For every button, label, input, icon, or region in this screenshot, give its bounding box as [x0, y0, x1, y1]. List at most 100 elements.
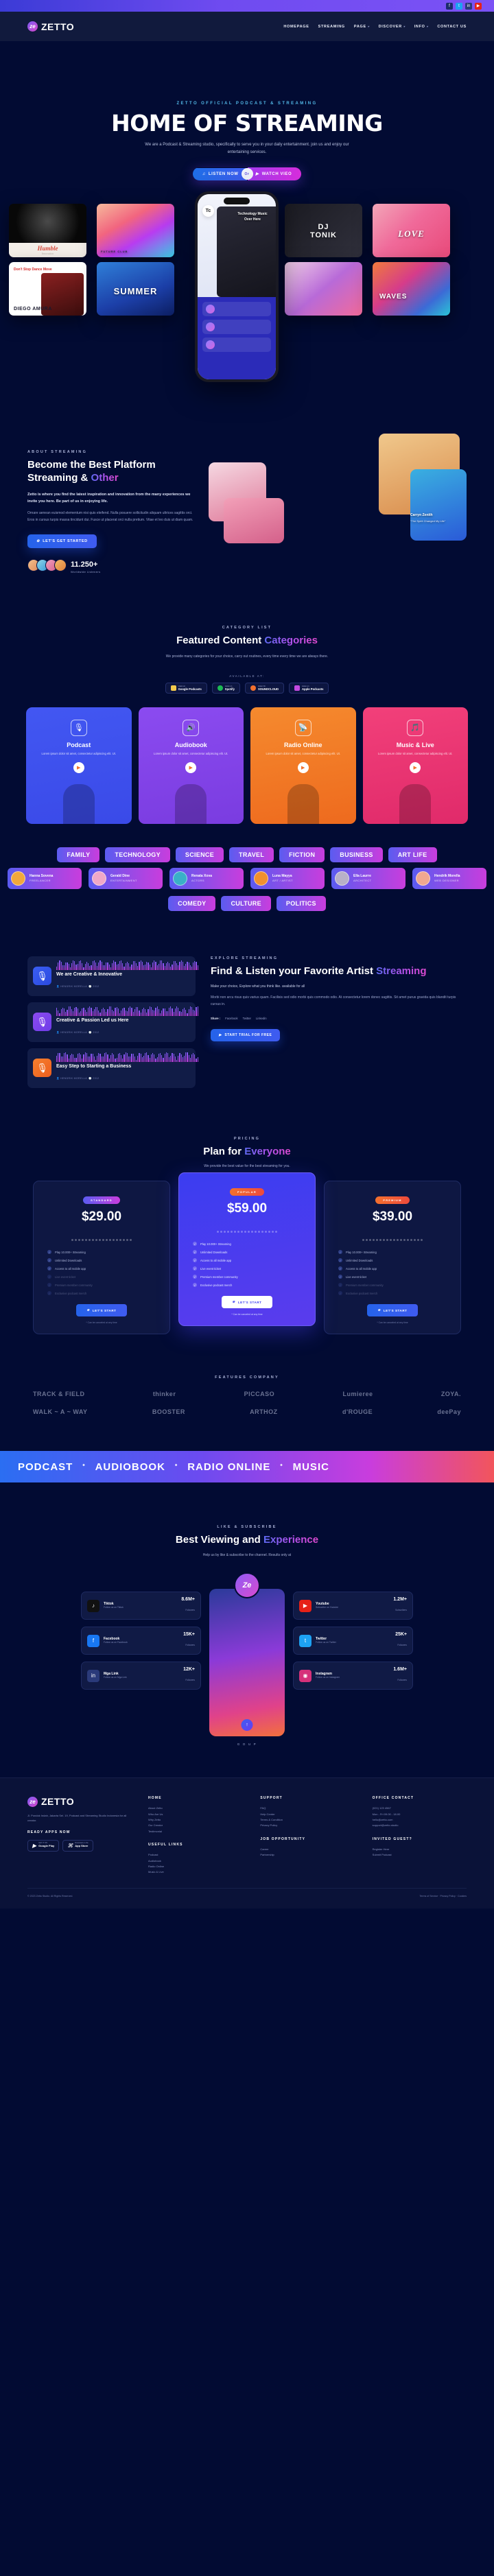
category-card-music-live[interactable]: 🎵 Music & Live Lorem ipsum dolor sit ame…	[362, 707, 468, 824]
footer-link[interactable]: Career	[260, 1847, 354, 1852]
episode-card[interactable]: 🎙 We are Creative & Innovative 👤 HENDRIK…	[27, 956, 198, 996]
google-play-badge[interactable]: ▶ GET IT ON Google Play	[27, 1839, 60, 1852]
share-facebook[interactable]: Facebook	[225, 1017, 237, 1020]
category-card-radio-online[interactable]: 📡 Radio Online Lorem ipsum dolor sit ame…	[250, 707, 356, 824]
phone-episode-row[interactable]	[202, 302, 271, 317]
person-card[interactable]: Hendrik Morella WEB DESIGNER	[412, 867, 486, 889]
facebook-icon[interactable]: f	[446, 2, 453, 10]
play-button[interactable]: ▶	[410, 761, 421, 773]
scroll-top-button[interactable]: ↑	[241, 1719, 253, 1732]
social-card-tiktok[interactable]: ♪ Tiktok Follow us on Tiktok 8.6M+ Followers	[81, 1592, 201, 1620]
phone-episode-row[interactable]	[202, 338, 271, 353]
tag-culture[interactable]: CULTURE	[221, 895, 271, 911]
youtube-icon[interactable]: ▶	[475, 2, 482, 10]
gallery-card-waves[interactable]: WAVES	[373, 262, 450, 316]
episode-card[interactable]: 🎙 Easy Step to Starting a Business 👤 HEN…	[27, 1048, 198, 1088]
episode-card[interactable]: 🎙 Creative & Passion Led us Here 👤 HENDR…	[27, 1002, 198, 1042]
social-card-mga-link[interactable]: in Mga Link Follow us on Mga Link 12K+ Follo…	[81, 1662, 201, 1690]
footer-link[interactable]: Podcast	[148, 1852, 242, 1858]
person-card[interactable]: Gerald Dine ENTERTAINMENT	[89, 867, 163, 889]
play-button[interactable]: ▶	[73, 761, 84, 773]
person-card[interactable]: Ella Laurre ARCHITECT	[331, 867, 405, 889]
start-trial-button[interactable]: ▶ START TRIAL FOR FREE	[211, 1029, 281, 1042]
tag-business[interactable]: BUSINESS	[330, 847, 383, 862]
tag-politics[interactable]: POLITICS	[276, 895, 326, 911]
social-card-youtube[interactable]: ▶ Youtube Subscribe on Youtube 1.2M+ Subscri…	[293, 1592, 413, 1620]
footer-link[interactable]: support@zetto.studio	[373, 1823, 467, 1828]
brand-logo[interactable]: ze ZETTO	[27, 21, 74, 32]
nav-item-page[interactable]: PAGE ▾	[354, 25, 370, 29]
footer-link[interactable]: Partnership	[260, 1852, 354, 1858]
tag-family[interactable]: FAMILY	[57, 847, 100, 862]
tag-travel[interactable]: TRAVEL	[229, 847, 274, 862]
phone-episode-row[interactable]	[202, 320, 271, 335]
footer-link[interactable]: Help Center	[260, 1812, 354, 1817]
category-card-podcast[interactable]: 🎙 Podcast Lorem ipsum dolor sit amet, co…	[26, 707, 132, 824]
linkedin-icon[interactable]: in	[465, 2, 472, 10]
plan-card-standard[interactable]: STANDARD $29.00 ✓ Play 10.000+ Streaming …	[33, 1181, 170, 1335]
footer-link[interactable]: Register Here	[373, 1847, 467, 1852]
legal-links[interactable]: Terms of Service · Privacy Policy · Cook…	[420, 1895, 467, 1898]
gallery-card-abstract[interactable]: FUTURE CLUB	[97, 204, 174, 258]
app-store-badge[interactable]: ⌘ Download on the App Store	[62, 1839, 93, 1852]
plan-card-premium[interactable]: PREMIUM $39.00 ✓ Play 10.000+ Streaming ✓…	[324, 1181, 461, 1335]
social-card-facebook[interactable]: f Facebook Follow us on Facebook 15K+ Follow…	[81, 1627, 201, 1655]
gallery-card-girls[interactable]	[285, 262, 362, 316]
watch-video-button[interactable]: ▶ WATCH VIEO	[247, 167, 302, 181]
plan-start-button[interactable]: ⊕ LET'S START	[366, 1304, 419, 1317]
platform-soundcloud[interactable]: Listen On SOUNDCLOUD	[244, 682, 284, 694]
footer-link[interactable]: Our Creator	[148, 1823, 242, 1828]
plan-card-popular[interactable]: POPULAR $59.00 ✓ Play 10.000+ Streaming ✓…	[178, 1172, 316, 1327]
footer-link[interactable]: About Zetto	[148, 1806, 242, 1811]
footer-link[interactable]: Submit Podcast	[373, 1852, 467, 1858]
play-button[interactable]: ▶	[185, 761, 197, 773]
platform-google-podcasts[interactable]: Listen on Google Podcasts	[165, 682, 207, 694]
social-card-twitter[interactable]: t Twitter Follow us on Twitter 25K+ Follower…	[293, 1627, 413, 1655]
footer-link[interactable]: Music & Live	[148, 1869, 242, 1875]
footer-link[interactable]: hello@zetto.com	[373, 1817, 467, 1823]
footer-logo[interactable]: ze ZETTO	[27, 1796, 130, 1807]
person-card[interactable]: Renata Xova ACTORS	[169, 867, 244, 889]
gallery-card-dj-tonik[interactable]: DJ TONIK	[285, 204, 362, 258]
listen-now-button[interactable]: ♫ LISTEN NOW	[192, 167, 247, 180]
nav-item-discover[interactable]: DISCOVER ▾	[379, 25, 405, 29]
tag-fiction[interactable]: FICTION	[279, 847, 325, 862]
plan-start-button[interactable]: ⊕ LET'S START	[75, 1304, 128, 1317]
gallery-card-summer[interactable]: SUMMER	[97, 262, 174, 316]
footer-link[interactable]: Privacy Policy	[260, 1823, 354, 1828]
footer-link[interactable]: Terms & Condition	[260, 1817, 354, 1823]
nav-item-homepage[interactable]: HOMEPAGE	[283, 25, 309, 29]
gallery-card-diego[interactable]: Don't Stop Dance Move DIEGO AMURA	[9, 262, 86, 316]
gallery-card-humble[interactable]: Humble Innovation	[9, 204, 86, 258]
tag-science[interactable]: SCIENCE	[175, 847, 224, 862]
tag-art-life[interactable]: ART LIFE	[388, 847, 437, 862]
tag-technology[interactable]: TECHNOLOGY	[105, 847, 170, 862]
footer-link[interactable]: Why Zetto	[148, 1817, 242, 1823]
twitter-icon[interactable]: t	[456, 2, 462, 10]
get-started-button[interactable]: ⊕ LET'S GET STARTED	[27, 534, 97, 548]
footer-link[interactable]: (021) 123 4567	[373, 1806, 467, 1811]
footer-link[interactable]: Radio Online	[148, 1864, 242, 1869]
nav-item-contact-us[interactable]: CONTACT US	[437, 25, 467, 29]
platform-apple-podcasts[interactable]: Listen on Apple Podcasts	[289, 682, 329, 694]
person-card[interactable]: Hanna Sovena FREELANCER	[8, 867, 82, 889]
nav-item-info[interactable]: INFO ▾	[414, 25, 429, 29]
gallery-card-love[interactable]: LOVE	[373, 204, 450, 258]
nav-item-streaming[interactable]: STREAMING	[318, 25, 345, 29]
footer-link[interactable]: Who Are Us	[148, 1812, 242, 1817]
category-card-audiobook[interactable]: 🔊 Audiobook Lorem ipsum dolor sit amet, …	[138, 707, 244, 824]
play-button[interactable]: ▶	[297, 761, 309, 773]
share-twitter[interactable]: Twitter	[243, 1017, 251, 1020]
footer-link[interactable]: FAQ	[260, 1806, 354, 1811]
tag-comedy[interactable]: COMEDY	[168, 895, 216, 911]
share-linkedin[interactable]: Linkedin	[256, 1017, 267, 1020]
footer-link[interactable]: Audiobook	[148, 1858, 242, 1864]
person-card[interactable]: Luna Mayya ART / ARTIST	[250, 867, 325, 889]
footer-link[interactable]: Testimonial	[148, 1829, 242, 1834]
marquee-item-audiobook: AUDIOBOOK	[95, 1461, 165, 1473]
brand-logo-arthoz: ARTHOZ	[250, 1408, 278, 1416]
plan-start-button[interactable]: ⊕ LET'S START	[221, 1296, 273, 1309]
social-card-instagram[interactable]: ◉ Instagram Follow us on Instagram 1.6M+ Fol…	[293, 1662, 413, 1690]
platform-spotify[interactable]: Listen on Spotify	[211, 682, 240, 694]
go-up-label[interactable]: G O U P	[0, 1742, 494, 1746]
